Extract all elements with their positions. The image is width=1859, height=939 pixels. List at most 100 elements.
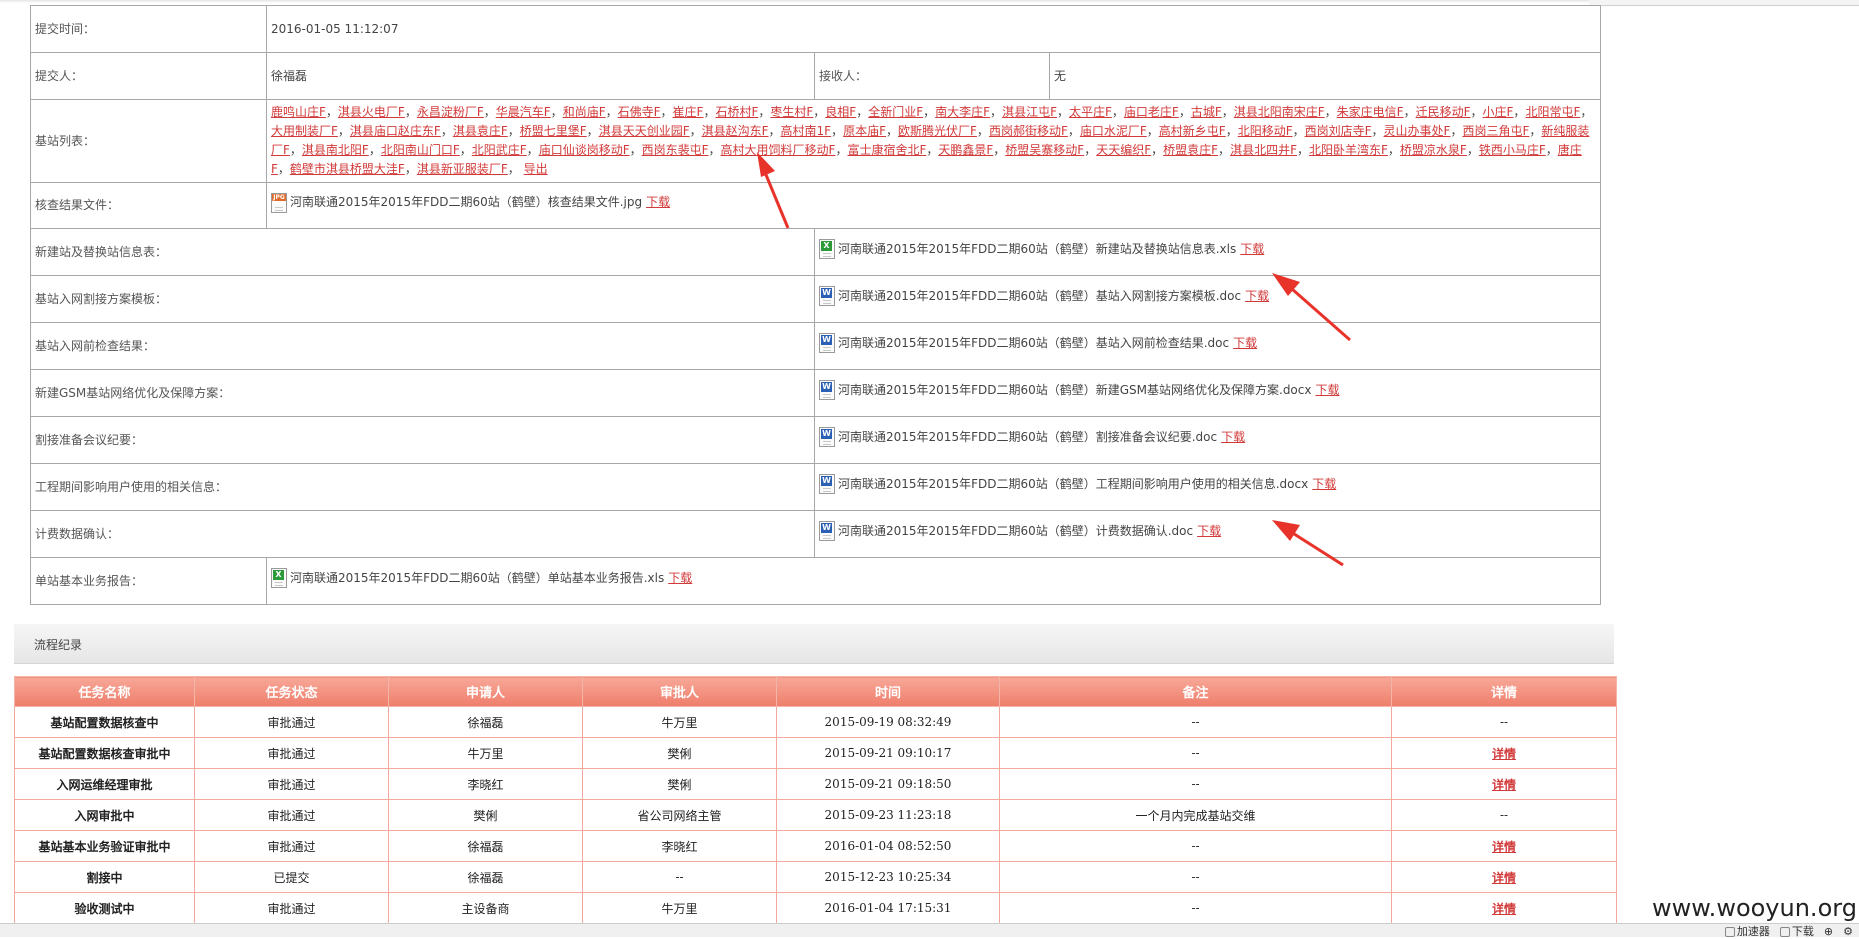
site-link[interactable]: 高村新乡屯F <box>1159 124 1226 138</box>
remark-cell: -- <box>999 706 1392 738</box>
download-link[interactable]: 下载 <box>1245 287 1269 306</box>
download-link[interactable]: 下载 <box>1233 334 1257 353</box>
site-link[interactable]: 北阳移动F <box>1238 124 1293 138</box>
task-name-cell: 基站配置数据核查审批中 <box>14 737 195 769</box>
download-link[interactable]: 下载 <box>1240 240 1264 259</box>
flow-header-cell: 详情 <box>1391 676 1617 707</box>
detail-link[interactable]: 详情 <box>1492 747 1516 761</box>
site-link[interactable]: 庙口水泥厂F <box>1080 124 1147 138</box>
download-link[interactable]: 下载 <box>1312 475 1336 494</box>
detail-link[interactable]: 详情 <box>1492 840 1516 854</box>
site-separator: ， <box>368 143 381 157</box>
check-result-label: 核查结果文件： <box>30 182 267 229</box>
download-link[interactable]: 下载 <box>1197 522 1221 541</box>
site-separator: ， <box>1371 124 1384 138</box>
receiver-label: 接收人： <box>814 52 1050 100</box>
approver-cell: 牛万里 <box>582 706 777 738</box>
site-link[interactable]: 北阳常屯F <box>1525 105 1580 119</box>
download-link[interactable]: 下载 <box>1315 381 1339 400</box>
site-link[interactable]: 良相F <box>825 105 856 119</box>
site-link[interactable]: 和尚庙F <box>563 105 606 119</box>
site-link[interactable]: 高村南1F <box>781 124 832 138</box>
site-link[interactable]: 北阳卧羊湾东F <box>1309 143 1388 157</box>
site-link[interactable]: 大用制装厂F <box>271 124 338 138</box>
site-link[interactable]: 天天编织F <box>1096 143 1151 157</box>
site-link[interactable]: 淇县袁庄F <box>453 124 508 138</box>
site-link[interactable]: 西岗东裴屯F <box>642 143 709 157</box>
site-link[interactable]: 欧斯腾光伏厂F <box>898 124 977 138</box>
site-link[interactable]: 朱家庄电信F <box>1337 105 1404 119</box>
site-link[interactable]: 西岗三角屯F <box>1462 124 1529 138</box>
site-link[interactable]: 太平庄F <box>1069 105 1112 119</box>
file-row-cell: W 河南联通2015年2015年FDD二期60站（鹤壁）基站入网割接方案模板.do… <box>814 275 1601 323</box>
flow-header-cell: 任务名称 <box>14 676 195 707</box>
detail-link[interactable]: 详情 <box>1492 902 1516 916</box>
site-link[interactable]: 崔庄F <box>673 105 704 119</box>
site-separator: ， <box>1067 124 1080 138</box>
check-result-download-link[interactable]: 下载 <box>646 193 670 212</box>
site-link[interactable]: 淇县南北阳F <box>302 143 369 157</box>
site-link[interactable]: 高村大用饲料厂移动F <box>721 143 836 157</box>
site-link[interactable]: 淇县赵沟东F <box>702 124 769 138</box>
site-link[interactable]: 石桥村F <box>715 105 758 119</box>
file-row-label: 工程期间影响用户使用的相关信息： <box>30 463 815 511</box>
site-link[interactable]: 淇县火电厂F <box>338 105 405 119</box>
site-link[interactable]: 鹤壁市淇县桥盟大洼F <box>290 162 405 176</box>
flow-row: 基站配置数据核查中 审批通过 徐福磊 牛万里 2015-09-19 08:32:49 --… <box>14 706 1617 738</box>
site-link[interactable]: 西岗刘店寺F <box>1305 124 1372 138</box>
site-link[interactable]: 北阳南山门口F <box>381 143 460 157</box>
site-link[interactable]: 庙口老庄F <box>1124 105 1179 119</box>
site-link[interactable]: 永昌淀粉厂F <box>417 105 484 119</box>
site-link[interactable]: 迁民移动F <box>1416 105 1471 119</box>
site-link[interactable]: 枣生村F <box>770 105 813 119</box>
site-link[interactable]: 淇县江屯F <box>1002 105 1057 119</box>
site-link[interactable]: 淇县北四井F <box>1230 143 1297 157</box>
time-cell: 2015-09-21 09:10:17 <box>776 737 1000 769</box>
site-separator: ， <box>1296 143 1309 157</box>
site-link[interactable]: 天鹏鑫景F <box>938 143 993 157</box>
site-separator: ， <box>507 162 520 176</box>
site-link[interactable]: 灵山办事处F <box>1384 124 1451 138</box>
site-link[interactable]: 南大李庄F <box>935 105 990 119</box>
site-link[interactable]: 铁西小马庄F <box>1479 143 1546 157</box>
site-link[interactable]: 桥盟袁庄F <box>1163 143 1218 157</box>
site-link[interactable]: 华晨汽车F <box>496 105 551 119</box>
site-link[interactable]: 西岗郝街移动F <box>989 124 1068 138</box>
site-link[interactable]: 原本庙F <box>843 124 886 138</box>
site-link[interactable]: 鹿鸣山庄F <box>271 105 326 119</box>
site-link[interactable]: 淇县天天创业园F <box>599 124 690 138</box>
task-status-cell: 已提交 <box>194 861 389 893</box>
task-name-cell: 基站配置数据核查中 <box>14 706 195 738</box>
site-separator: ， <box>1178 105 1191 119</box>
task-name-cell: 割接中 <box>14 861 195 893</box>
flow-row: 入网运维经理审批 审批通过 李晓红 樊俐 2015-09-21 09:18:50 -- 详情 <box>14 768 1617 800</box>
site-separator: ， <box>440 124 453 138</box>
site-link[interactable]: 小庄F <box>1483 105 1514 119</box>
site-link[interactable]: 富士康宿舍北F <box>847 143 926 157</box>
check-result-filename: 河南联通2015年2015年FDD二期60站（鹤壁）核查结果文件.jpg <box>290 195 643 209</box>
export-link[interactable]: 导出 <box>524 162 548 176</box>
settings-icon[interactable]: ⚙ <box>1843 925 1853 938</box>
file-row-label: 基站入网前检查结果： <box>30 322 815 370</box>
task-status-cell: 审批通过 <box>194 799 389 831</box>
download-link[interactable]: 下载 <box>1221 428 1245 447</box>
zoom-icon[interactable]: ⊕ <box>1824 925 1833 938</box>
site-link[interactable]: 桥盟凉水泉F <box>1400 143 1467 157</box>
report-label: 单站基本业务报告： <box>30 557 267 605</box>
site-separator: ， <box>1292 124 1305 138</box>
site-link[interactable]: 古城F <box>1191 105 1222 119</box>
site-link[interactable]: 全新门业F <box>868 105 923 119</box>
detail-link[interactable]: 详情 <box>1492 778 1516 792</box>
excel-file-icon: X <box>271 568 287 588</box>
detail-link[interactable]: 详情 <box>1492 871 1516 885</box>
site-link[interactable]: 淇县庙口赵庄东F <box>350 124 441 138</box>
site-link[interactable]: 淇县北阳南宋庄F <box>1234 105 1325 119</box>
site-link[interactable]: 石佛寺F <box>618 105 661 119</box>
site-link[interactable]: 淇县新亚服装厂F <box>417 162 508 176</box>
file-rows: 新建站及替换站信息表： X 河南联通2015年2015年FDD二期60站（鹤壁）新建… <box>30 228 1601 558</box>
site-link[interactable]: 北阳武庄F <box>472 143 527 157</box>
site-link[interactable]: 桥盟吴寨移动F <box>1005 143 1084 157</box>
site-link[interactable]: 桥盟七里堡F <box>520 124 587 138</box>
report-download-link[interactable]: 下载 <box>668 569 692 588</box>
site-link[interactable]: 庙口仙谈岗移动F <box>539 143 630 157</box>
